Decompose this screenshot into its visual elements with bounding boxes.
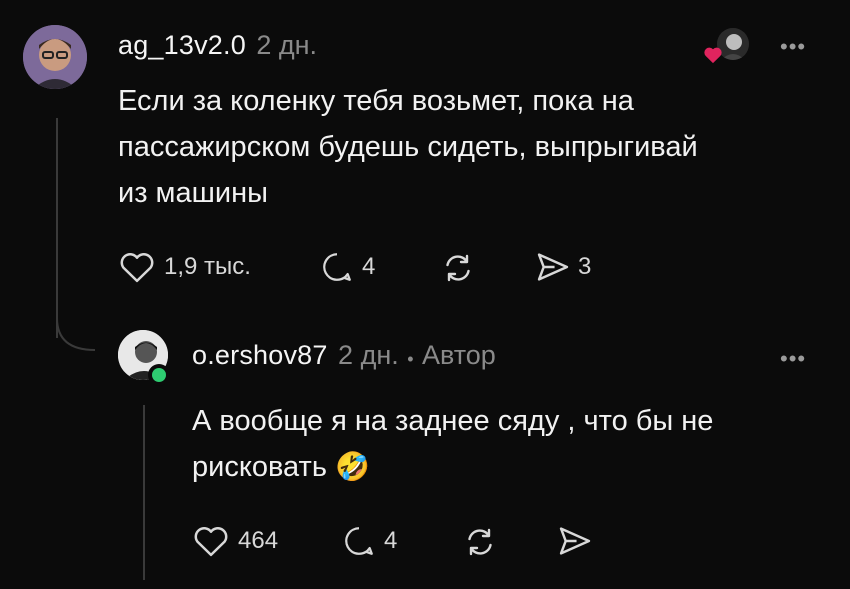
reply-like-count: 464 [238,527,279,554]
comment-text-line: Если за коленку тебя возьмет, пока на [118,85,634,117]
comment-header: ag_13v2.0 2 дн. [118,30,317,66]
reply-share-button[interactable] [556,524,594,558]
reply-text-line-2: рисковать 🤣 [192,444,812,490]
timestamp: 2 дн. [256,30,318,60]
send-icon [534,250,572,284]
reply-more-icon[interactable]: ••• [780,346,806,372]
avatar[interactable] [23,25,87,89]
reply-text-line: А вообще я на заднее сяду , что бы не [192,405,714,437]
comment-text: Если за коленку тебя возьмет, пока на па… [118,78,818,216]
heart-icon [118,250,156,284]
reply-like-button[interactable]: 464 [192,524,278,558]
author-badge: Автор [421,340,496,370]
reply-timestamp: 2 дн. [338,340,399,370]
reply-thread-line [143,405,145,580]
heart-badge-icon [704,47,722,64]
reply-text: А вообще я на заднее сяду , что бы не ри… [192,398,812,490]
thread-curve [56,318,96,351]
online-indicator [148,364,170,386]
like-button[interactable]: 1,9 тыс. [118,250,251,284]
comment-icon [342,524,376,558]
comment-text-line: пассажирском будешь сидеть, выпрыгивай [118,131,698,163]
reply-text-line: рисковать [192,451,327,483]
thread-line [56,118,58,338]
comment-text-line: из машины [118,177,268,209]
like-count: 1,9 тыс. [164,253,251,280]
reply-count: 4 [362,253,376,280]
repost-icon [440,250,476,286]
repost-button[interactable] [440,250,476,286]
repost-icon [462,524,498,560]
heart-icon [192,524,230,558]
liked-by-author [703,28,749,68]
avatar-image [23,25,87,89]
reply-button[interactable]: 4 [320,250,375,284]
laughing-emoji-icon: 🤣 [335,451,370,482]
share-count: 3 [578,253,592,280]
reply-reply-button[interactable]: 4 [342,524,397,558]
reply-reply-count: 4 [384,527,398,554]
reply-repost-button[interactable] [462,524,498,560]
send-icon [556,524,594,558]
reply-header: o.ershov87 2 дн. • Автор [192,340,496,371]
comment-icon [320,250,354,284]
separator: • [407,349,414,370]
username[interactable]: ag_13v2.0 [118,30,246,60]
share-button[interactable]: 3 [534,250,591,284]
more-icon[interactable]: ••• [780,34,806,60]
reply-username[interactable]: o.ershov87 [192,340,328,370]
